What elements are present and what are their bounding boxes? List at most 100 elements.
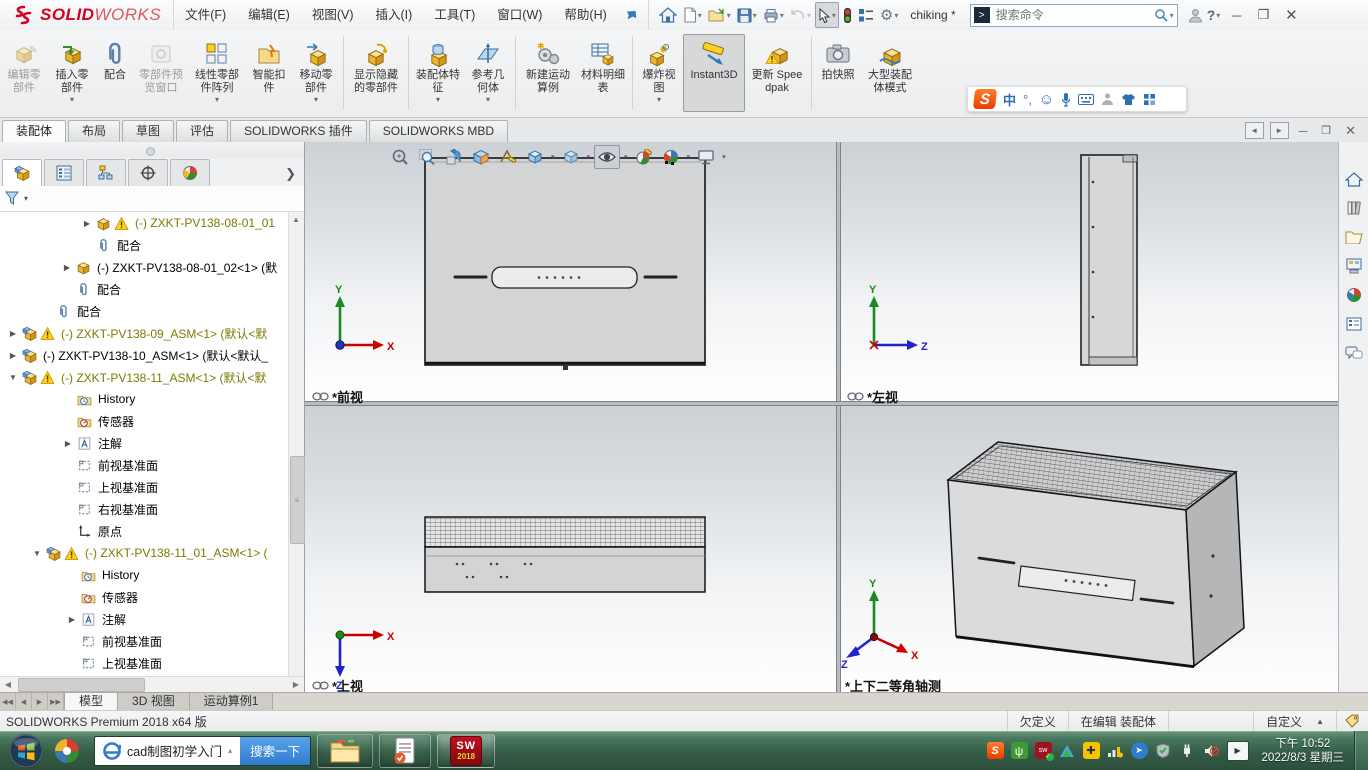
ime-grid-menu-icon[interactable] (1143, 93, 1156, 106)
tray-expand-button[interactable]: ▶ (1227, 741, 1249, 761)
linear-pattern-caret-icon[interactable]: ▾ (215, 95, 219, 104)
collapse-arrow-icon[interactable]: ▼ (4, 373, 22, 382)
hide-show-items-caret-icon[interactable]: ▾ (624, 153, 628, 161)
select-tool-caret-icon[interactable]: ▾ (832, 11, 836, 20)
menu-help[interactable]: 帮助(H) (553, 1, 617, 30)
save-button[interactable]: ▾ (735, 3, 759, 27)
search-input[interactable] (994, 7, 1154, 23)
tree-vertical-scrollbar[interactable]: ▲ ≡ (288, 212, 304, 676)
help-button[interactable]: ? ▾ (1205, 3, 1223, 27)
ie-search-button[interactable]: 搜索一下 (240, 737, 310, 765)
tree-item[interactable]: ▶ (-) ZXKT-PV138-09_ASM<1> (默认<默 (0, 322, 288, 344)
appearances-sphere-icon[interactable] (1342, 284, 1366, 306)
expand-arrow-icon[interactable]: ▶ (78, 219, 96, 228)
ribbon-exploded-view[interactable]: ✸ 爆炸视图 ▾ (637, 34, 681, 112)
next-document-icon[interactable]: ► (1270, 122, 1289, 139)
tray-volume-muted-icon[interactable] (1203, 742, 1220, 759)
ribbon-component-preview[interactable]: 零部件预览窗口 (135, 34, 187, 112)
ime-microphone-icon[interactable] (1061, 92, 1071, 107)
filter-funnel-icon[interactable] (5, 191, 21, 206)
menu-tools[interactable]: 工具(T) (423, 1, 486, 30)
tree-item[interactable]: ▶ (-) ZXKT-PV138-08-01_02<1> (默 (0, 256, 288, 278)
viewport-horizontal-splitter[interactable] (836, 401, 1338, 406)
search-caret-icon[interactable]: ▾ (1170, 11, 1174, 20)
previous-document-icon[interactable]: ◄ (1245, 122, 1264, 139)
tree-item[interactable]: 配合 (0, 234, 288, 256)
help-caret-icon[interactable]: ▾ (1216, 11, 1220, 20)
apply-scene-caret-icon[interactable]: ▾ (687, 153, 691, 161)
tree-item[interactable]: 前视基准面 (0, 454, 288, 476)
ribbon-instant3d[interactable]: Instant3D (683, 34, 745, 112)
view-settings-monitor-icon[interactable] (694, 146, 718, 168)
tab-layout[interactable]: 布局 (68, 120, 120, 142)
tab-motion-study[interactable]: 运动算例1 (190, 693, 274, 711)
expand-arrow-icon[interactable]: ▶ (59, 439, 77, 448)
ribbon-move-component[interactable]: 移动零部件 ▾ (293, 34, 339, 112)
tree-item[interactable]: ▶ 注解 (0, 608, 288, 630)
zoom-to-area-icon[interactable] (415, 146, 439, 168)
ribbon-update-speedpak[interactable]: 更新 Speedpak (747, 34, 807, 112)
previous-view-icon[interactable] (442, 146, 466, 168)
tab-scroll-prev-icon[interactable]: ◀ (16, 693, 32, 711)
view-palette-icon[interactable] (1342, 255, 1366, 277)
view-settings-caret-icon[interactable]: ▾ (722, 153, 726, 161)
viewport-front-view[interactable]: Y X (305, 142, 836, 401)
tab-scroll-first-icon[interactable]: ◀◀ (0, 693, 16, 711)
ribbon-smart-fasteners[interactable]: 智能扣件 (247, 34, 291, 112)
filter-caret-icon[interactable]: ▾ (24, 194, 28, 203)
annotation-visibility-icon[interactable] (496, 146, 520, 168)
home-button[interactable] (657, 3, 679, 27)
open-document-caret-icon[interactable]: ▾ (727, 11, 731, 20)
viewport-isometric-view[interactable]: Y X Z (841, 406, 1338, 692)
document-restore-icon[interactable]: ❐ (1317, 124, 1335, 137)
tree-item[interactable]: ▼ (-) ZXKT-PV138-11_ASM<1> (默认<默 (0, 366, 288, 388)
print-caret-icon[interactable]: ▾ (780, 11, 784, 20)
show-desktop-button[interactable] (1354, 731, 1368, 770)
scroll-up-icon[interactable]: ▲ (289, 212, 303, 226)
select-tool-button[interactable]: ▾ (815, 2, 839, 28)
viewport-left-view[interactable]: Y Z (841, 142, 1338, 401)
ribbon-new-motion-study[interactable]: ✱ 新建运动算例 (520, 34, 576, 112)
sogou-logo-icon[interactable]: S (973, 89, 997, 109)
ribbon-assembly-features[interactable]: 装配体特征 ▾ (413, 34, 463, 112)
tray-solidworks-icon[interactable]: sw✓ (1035, 742, 1052, 759)
tab-assembly[interactable]: 装配体 (2, 120, 66, 142)
tab-scroll-last-icon[interactable]: ▶▶ (48, 693, 64, 711)
tree-item[interactable]: History (0, 388, 288, 410)
taskbar-clock[interactable]: 下午 10:52 2022/8/3 星期三 (1262, 737, 1344, 765)
forum-icon[interactable] (1342, 342, 1366, 364)
taskbar-explorer-button[interactable] (317, 734, 373, 768)
home-taskpane-icon[interactable] (1342, 168, 1366, 190)
start-button[interactable] (8, 733, 44, 769)
ie-search-field[interactable]: cad制图初学入门 ▴ (95, 737, 240, 765)
tree-item[interactable]: 配合 (0, 300, 288, 322)
print-button[interactable]: ▾ (761, 3, 786, 27)
pin-menu-icon[interactable] (622, 3, 640, 27)
tab-3d-views[interactable]: 3D 视图 (118, 693, 190, 711)
menu-view[interactable]: 视图(V) (301, 1, 365, 30)
view-orientation-caret-icon[interactable]: ▾ (551, 153, 555, 161)
view-orientation-cube-icon[interactable] (523, 146, 547, 168)
edit-appearance-icon[interactable] (632, 146, 656, 168)
ime-language-toggle[interactable]: 中 (1003, 90, 1016, 109)
tab-sketch[interactable]: 草图 (122, 120, 174, 142)
tray-plus-icon[interactable]: ✚ (1083, 742, 1100, 759)
apply-scene-icon[interactable] (659, 146, 683, 168)
tray-netdisk-icon[interactable] (1059, 742, 1076, 759)
tree-item[interactable]: ▶ (-) ZXKT-PV138-08-01_01 (0, 212, 288, 234)
sogou-taskbar-icon[interactable] (54, 738, 80, 764)
tree-item[interactable]: 传感器 (0, 586, 288, 608)
tree-item[interactable]: 原点 (0, 520, 288, 542)
taskbar-wps-button[interactable] (379, 734, 431, 768)
tab-feature-tree[interactable] (2, 159, 42, 186)
panel-collapse-knob[interactable] (146, 147, 155, 156)
scroll-right-icon[interactable]: ▶ (288, 678, 304, 692)
display-style-caret-icon[interactable]: ▾ (587, 153, 591, 161)
menu-file[interactable]: 文件(F) (174, 1, 237, 30)
zoom-to-fit-icon[interactable] (388, 146, 412, 168)
document-minimize-icon[interactable]: ─ (1295, 124, 1312, 138)
assembly-features-caret-icon[interactable]: ▾ (436, 95, 440, 104)
tree-item[interactable]: ▶ 注解 (0, 432, 288, 454)
tag-icon[interactable] (1336, 711, 1368, 731)
design-library-icon[interactable] (1342, 197, 1366, 219)
